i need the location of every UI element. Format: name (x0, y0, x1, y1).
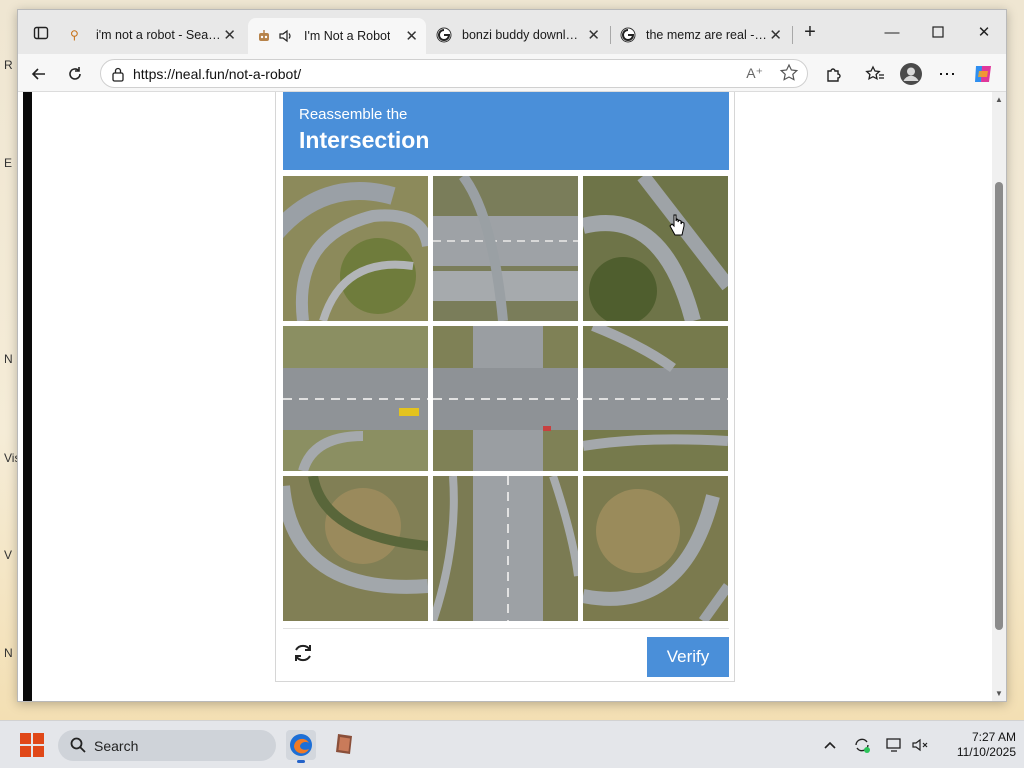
desktop-icon-label[interactable]: N (4, 352, 13, 366)
clock-time: 7:27 AM (971, 730, 1016, 744)
extensions-icon[interactable] (820, 61, 846, 87)
tab-title: I'm Not a Robot (304, 29, 391, 43)
puzzle-tile[interactable] (283, 476, 428, 621)
clock-date: 11/10/2025 (956, 745, 1016, 759)
tab-title: the memz are real - Go (646, 28, 768, 42)
tab-title: bonzi buddy download (462, 28, 584, 42)
tab-memz[interactable]: the memz are real - Go ✕ (612, 19, 790, 51)
network-icon[interactable] (884, 735, 904, 755)
tab-title: i'm not a robot - Search (96, 28, 222, 42)
tab-strip: ⚲ i'm not a robot - Search ✕ I'm Not a R… (18, 10, 1006, 54)
favorite-star-icon[interactable] (779, 63, 799, 88)
address-bar[interactable]: https://neal.fun/not-a-robot/ A⁺ (100, 59, 808, 88)
browser-toolbar: https://neal.fun/not-a-robot/ A⁺ ⋯ (18, 54, 1006, 92)
google-icon (436, 27, 452, 43)
page-viewport: Reassemble the Intersection Verify ▲ ▼ (18, 92, 1006, 701)
read-aloud-icon[interactable]: A⁺ (746, 65, 763, 82)
mouse-cursor-icon (669, 214, 685, 238)
copilot-icon[interactable] (970, 61, 996, 87)
captcha-widget: Reassemble the Intersection Verify (275, 92, 735, 682)
sync-icon[interactable] (852, 735, 872, 755)
search-icon: ⚲ (70, 28, 79, 42)
captcha-title: Intersection (299, 127, 430, 153)
favorites-icon[interactable] (862, 61, 888, 87)
close-tab-icon[interactable]: ✕ (769, 26, 782, 44)
lock-icon[interactable] (111, 66, 125, 87)
desktop-icon-label[interactable]: V (4, 548, 12, 562)
taskbar-search[interactable]: Search (58, 730, 276, 761)
puzzle-tile[interactable] (433, 326, 578, 471)
tab-search[interactable]: ⚲ i'm not a robot - Search ✕ (62, 19, 244, 51)
edge-taskbar-icon[interactable] (286, 730, 316, 763)
tab-actions-icon[interactable] (28, 20, 54, 46)
desktop-icon-label[interactable]: N (4, 646, 13, 660)
captcha-prefix: Reassemble the (299, 106, 408, 123)
chevron-up-icon[interactable] (820, 735, 840, 755)
volume-muted-icon[interactable] (910, 735, 930, 755)
page-left-border (23, 92, 32, 701)
desktop-icon-label[interactable]: E (4, 156, 12, 170)
more-menu-icon[interactable]: ⋯ (934, 61, 960, 87)
puzzle-tile[interactable] (583, 326, 728, 471)
tab-bonzi[interactable]: bonzi buddy download ✕ (428, 19, 608, 51)
profile-avatar-icon[interactable] (898, 61, 924, 87)
url-text[interactable]: https://neal.fun/not-a-robot/ (133, 66, 301, 82)
back-icon[interactable] (26, 61, 52, 87)
puzzle-tile[interactable] (433, 176, 578, 321)
close-tab-icon[interactable]: ✕ (223, 26, 236, 44)
scrollbar-thumb[interactable] (995, 182, 1003, 630)
taskbar-clock[interactable]: 7:27 AM 11/10/2025 (944, 730, 1016, 760)
new-tab-icon[interactable]: + (798, 20, 822, 44)
scroll-up-icon[interactable]: ▲ (995, 95, 1003, 104)
browser-window: ⚲ i'm not a robot - Search ✕ I'm Not a R… (17, 9, 1007, 702)
puzzle-tile[interactable] (283, 326, 428, 471)
puzzle-tile[interactable] (433, 476, 578, 621)
app-taskbar-icon[interactable] (332, 731, 358, 762)
maximize-icon[interactable] (926, 20, 950, 44)
close-window-icon[interactable]: ✕ (972, 20, 996, 44)
search-icon (70, 737, 86, 758)
captcha-footer: Verify (283, 628, 729, 677)
windows-start-icon[interactable] (20, 733, 44, 762)
robot-icon (256, 28, 272, 44)
close-tab-icon[interactable]: ✕ (587, 26, 600, 44)
puzzle-tile[interactable] (283, 176, 428, 321)
refresh-puzzle-icon[interactable] (291, 641, 315, 665)
verify-button[interactable]: Verify (647, 637, 729, 677)
desktop-icon-label[interactable]: R (4, 58, 13, 72)
minimize-icon[interactable]: — (880, 20, 904, 44)
speaker-icon[interactable] (278, 28, 294, 44)
taskbar: Search 7:27 AM 11/10/2025 (0, 720, 1024, 768)
vertical-scrollbar[interactable]: ▲ ▼ (992, 92, 1006, 701)
puzzle-tile[interactable] (583, 476, 728, 621)
puzzle-grid (283, 176, 729, 622)
google-icon (620, 27, 636, 43)
refresh-icon[interactable] (62, 61, 88, 87)
scroll-down-icon[interactable]: ▼ (995, 689, 1003, 698)
puzzle-tile[interactable] (583, 176, 728, 321)
tab-not-a-robot[interactable]: I'm Not a Robot ✕ (248, 18, 426, 54)
close-tab-icon[interactable]: ✕ (405, 27, 418, 45)
search-label: Search (94, 738, 139, 754)
captcha-header: Reassemble the Intersection (283, 92, 729, 170)
